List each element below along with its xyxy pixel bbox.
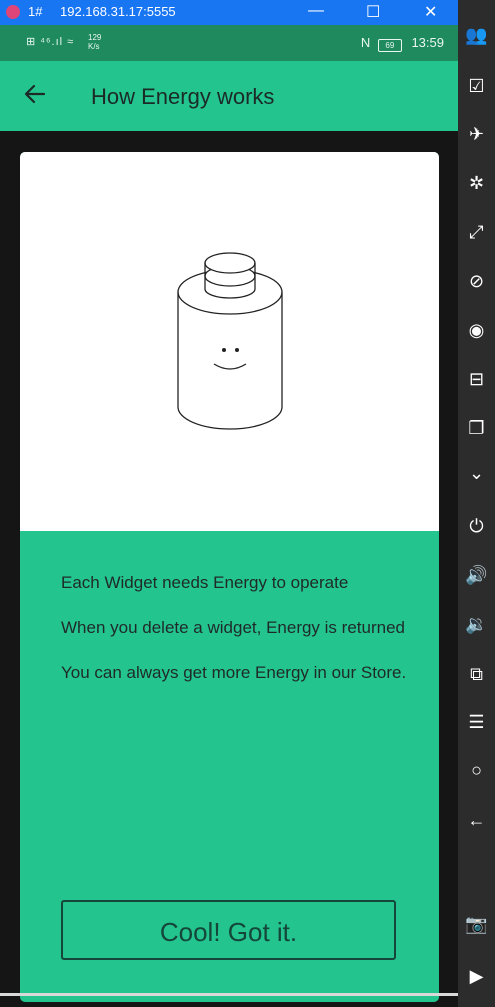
video-icon[interactable]: ▶ [458, 966, 495, 987]
page-title: How Energy works [91, 84, 275, 109]
back-arrow-svg [24, 84, 46, 104]
instance-number: 1# [28, 4, 43, 19]
energy-info-card: Each Widget needs Energy to operate When… [20, 152, 439, 1002]
app-logo-icon [6, 5, 20, 19]
paragraph-delete-widget: When you delete a widget, Energy is retu… [61, 618, 405, 637]
app-header: How Energy works [0, 61, 458, 131]
signal-icons: ⊞ ⁴⁶.ıl ≈ [26, 36, 75, 48]
windows-icon[interactable]: ⧉ [458, 664, 495, 685]
settings-icon[interactable]: ✲ [458, 173, 495, 194]
arrow-left-icon[interactable] [22, 81, 48, 111]
volume-up-icon[interactable]: 🔊 [458, 565, 495, 586]
camera-icon[interactable]: 📷 [458, 914, 495, 935]
eye-icon[interactable]: ◉ [458, 320, 495, 341]
battery-illustration [20, 152, 439, 531]
energy-description: Each Widget needs Energy to operate When… [61, 572, 411, 707]
users-icon[interactable]: 👥 [458, 25, 495, 46]
network-speed-value: 129 [88, 33, 102, 42]
network-speed-unit: K/s [88, 42, 100, 51]
home-circle-icon[interactable]: ○ [458, 760, 495, 781]
checkbox-icon[interactable]: ☑ [458, 76, 495, 97]
volume-down-icon[interactable]: 🔉 [458, 614, 495, 635]
clock: 13:59 [411, 35, 444, 50]
airplane-icon[interactable]: ✈ [458, 124, 495, 145]
emulator-toolbar: 👥 ☑ ✈ ✲ ⤢ ⊘ ◉ ⊟ ❐ ⌄ ⏻ 🔊 🔉 ⧉ ☰ ○ ← 📷 ▶ [458, 0, 495, 1007]
close-button[interactable]: ✕ [424, 2, 437, 22]
minus-box-icon[interactable]: ⊟ [458, 369, 495, 390]
paragraph-store: You can always get more Energy in our St… [61, 663, 407, 682]
device-address: 192.168.31.17:5555 [60, 4, 176, 19]
minimize-button[interactable]: — [308, 2, 324, 20]
got-it-button[interactable]: Cool! Got it. [61, 900, 396, 960]
status-right: N 69 13:59 [361, 35, 444, 52]
fullscreen-icon[interactable]: ⤢ [458, 222, 495, 243]
copy-icon[interactable]: ❐ [458, 418, 495, 439]
status-bar: ⊞ ⁴⁶.ıl ≈ 129 K/s N 69 13:59 [0, 25, 458, 61]
chevrons-down-icon[interactable]: ⌄ [458, 463, 495, 484]
bottom-divider [0, 993, 458, 996]
paragraph-widget-energy: Each Widget needs Energy to operate [61, 573, 349, 592]
content-area: Each Widget needs Energy to operate When… [0, 131, 458, 1007]
power-icon[interactable]: ⏻ [458, 516, 495, 537]
battery-character-icon [177, 252, 283, 430]
battery-icon: 69 [377, 39, 402, 52]
menu-icon[interactable]: ☰ [458, 712, 495, 733]
eye-off-icon[interactable]: ⊘ [458, 271, 495, 292]
nfc-icon: N [360, 35, 371, 50]
network-speed: 129 K/s [88, 33, 101, 51]
back-arrow-icon[interactable]: ← [458, 810, 495, 831]
window-title-bar: 1# 192.168.31.17:5555 — ☐ ✕ [0, 0, 458, 25]
maximize-button[interactable]: ☐ [366, 2, 380, 22]
